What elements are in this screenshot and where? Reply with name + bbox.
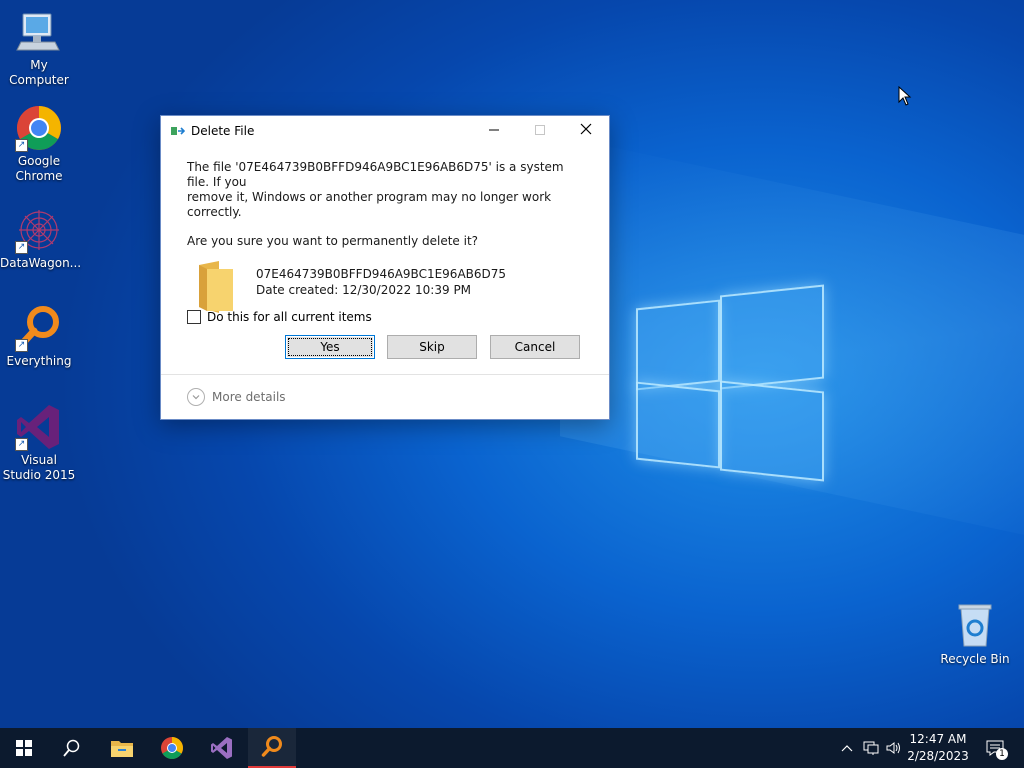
search-button[interactable]: [48, 728, 96, 768]
skip-button[interactable]: Skip: [387, 335, 477, 359]
everything-search-icon: ↗: [15, 304, 63, 352]
volume-icon: [886, 742, 900, 754]
desktop-icon-recycle-bin[interactable]: Recycle Bin: [936, 602, 1014, 667]
more-details-label: More details: [212, 390, 286, 404]
desktop-icon-my-computer[interactable]: My Computer: [0, 8, 78, 88]
taskbar-visual-studio[interactable]: [198, 728, 246, 768]
visual-studio-icon: ↗: [15, 403, 63, 451]
recycle-bin-icon: [951, 602, 999, 650]
warning-message-line1: The file '07E464739B0BFFD946A9BC1E96AB6D…: [187, 160, 564, 189]
apply-to-all-checkbox-row[interactable]: Do this for all current items: [187, 310, 372, 324]
visual-studio-icon: [211, 737, 232, 759]
shortcut-arrow-icon: ↗: [15, 438, 28, 451]
chrome-icon: [161, 737, 183, 759]
volume-tray-button[interactable]: [884, 728, 904, 768]
datawagon-icon: ↗: [15, 206, 63, 254]
file-date-created: Date created: 12/30/2022 10:39 PM: [256, 283, 472, 297]
yes-button[interactable]: Yes: [285, 335, 375, 359]
maximize-icon: [535, 125, 545, 135]
desktop-icon-label: Visual Studio 2015: [2, 453, 76, 482]
dialog-title: Delete File: [191, 124, 255, 138]
taskbar-everything[interactable]: [248, 728, 296, 768]
folder-icon: [199, 261, 233, 313]
network-icon: [863, 741, 879, 755]
file-name: 07E464739B0BFFD946A9BC1E96AB6D75: [256, 267, 507, 281]
search-icon: [63, 739, 80, 757]
desktop-icon-google-chrome[interactable]: ↗ Google Chrome: [0, 104, 78, 184]
windows-wallpaper-logo: [636, 284, 824, 482]
desktop-icon-label: Google Chrome: [15, 154, 63, 183]
move-file-icon: [171, 127, 185, 135]
taskbar-clock[interactable]: 12:47 AM 2/28/2023: [902, 731, 974, 765]
action-center-button[interactable]: 1: [980, 728, 1010, 768]
clock-date: 2/28/2023: [907, 749, 969, 763]
network-tray-button[interactable]: [860, 728, 882, 768]
start-button[interactable]: [0, 728, 48, 768]
clock-time: 12:47 AM: [909, 732, 967, 746]
warning-message: The file '07E464739B0BFFD946A9BC1E96AB6D…: [187, 160, 583, 220]
desktop-icon-visual-studio[interactable]: ↗ Visual Studio 2015: [0, 403, 78, 483]
start-icon: [16, 740, 32, 756]
warning-message-line2: remove it, Windows or another program ma…: [187, 190, 552, 219]
more-details-toggle[interactable]: More details: [187, 388, 286, 406]
desktop-icon-label: DataWagon...: [0, 256, 82, 270]
computer-icon: [15, 8, 63, 56]
desktop-icon-label: Recycle Bin: [940, 652, 1010, 666]
file-explorer-icon: [111, 741, 133, 757]
shortcut-arrow-icon: ↗: [15, 339, 28, 352]
chevron-up-icon: [841, 745, 853, 752]
chrome-icon: ↗: [15, 104, 63, 152]
apply-to-all-checkbox[interactable]: [187, 310, 201, 324]
dialog-titlebar[interactable]: Delete File: [161, 116, 609, 146]
cancel-button[interactable]: Cancel: [490, 335, 580, 359]
shortcut-arrow-icon: ↗: [15, 139, 28, 152]
everything-search-icon: [261, 736, 282, 757]
mouse-pointer-icon: [898, 86, 912, 106]
minimize-icon: [489, 129, 499, 131]
chevron-down-icon: [187, 388, 205, 406]
close-button[interactable]: [563, 116, 609, 146]
confirm-question: Are you sure you want to permanently del…: [187, 234, 479, 248]
taskbar-file-explorer[interactable]: [98, 728, 146, 768]
maximize-button[interactable]: [517, 116, 563, 146]
taskbar-chrome[interactable]: [148, 728, 196, 768]
desktop-icon-label: Everything: [6, 354, 72, 368]
desktop-icon-label: My Computer: [9, 58, 69, 87]
minimize-button[interactable]: [471, 116, 517, 146]
delete-file-dialog: Delete File The file '07E464739B0BFFD946…: [160, 115, 610, 420]
notification-count-badge: 1: [996, 748, 1008, 760]
taskbar: 12:47 AM 2/28/2023 1: [0, 728, 1024, 768]
desktop-icon-datawagon[interactable]: ↗ DataWagon...: [0, 206, 82, 271]
divider: [161, 374, 609, 375]
show-hidden-icons-button[interactable]: [838, 728, 856, 768]
apply-to-all-label: Do this for all current items: [207, 310, 372, 324]
desktop-icon-everything[interactable]: ↗ Everything: [0, 304, 78, 369]
close-icon: [580, 123, 592, 135]
shortcut-arrow-icon: ↗: [15, 241, 28, 254]
